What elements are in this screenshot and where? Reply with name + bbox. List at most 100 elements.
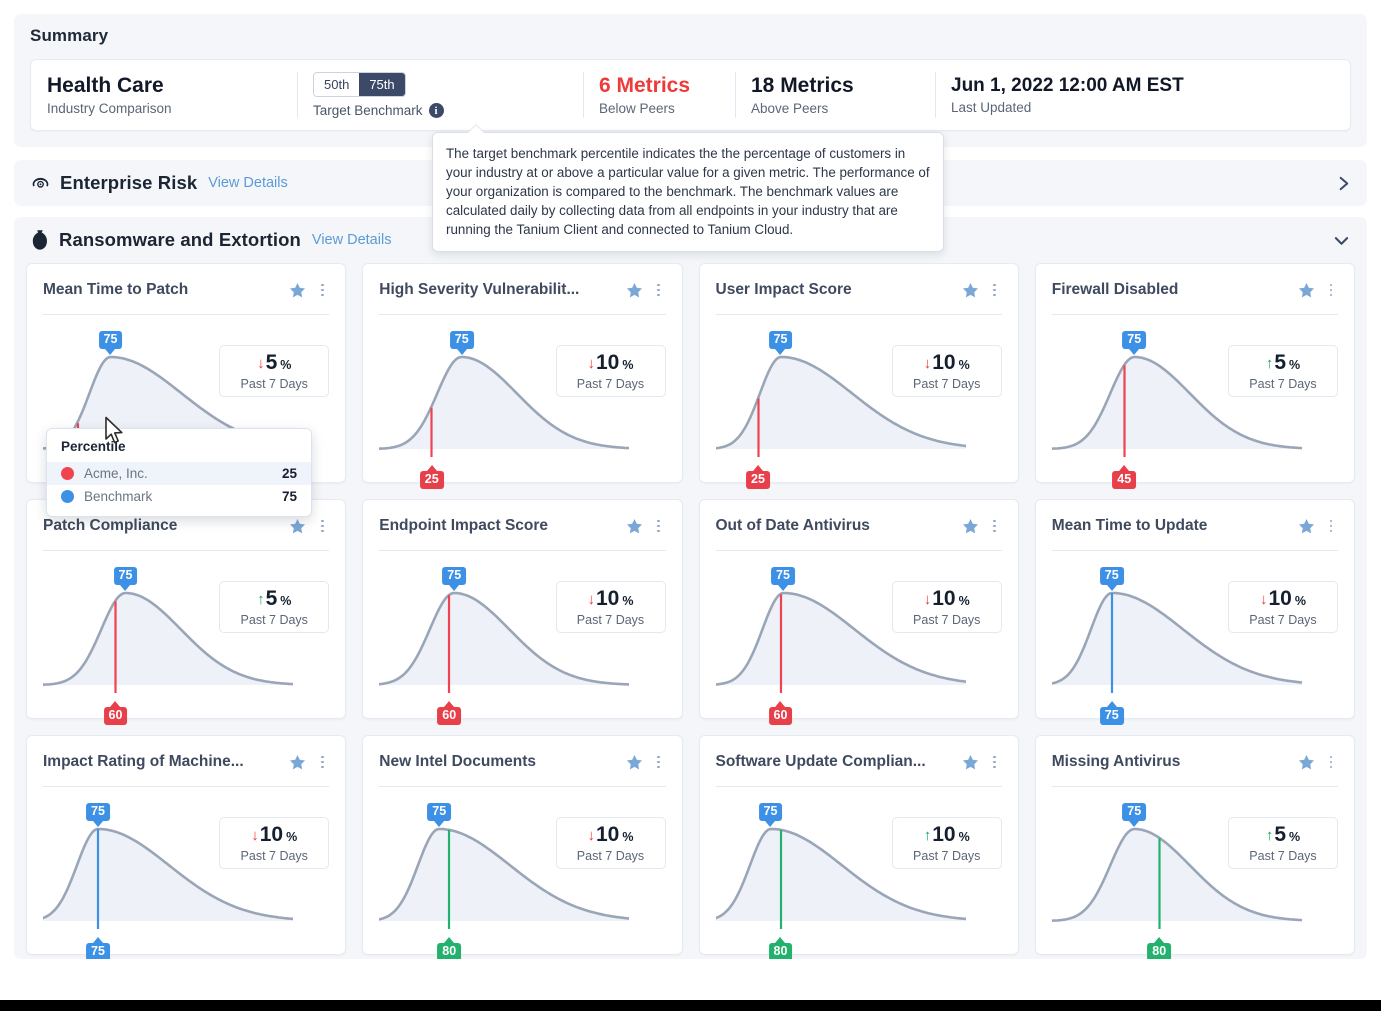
value-badge: 25 [746, 465, 770, 489]
metric-card[interactable]: Mean Time to Update 75 75 ↓ 10% Past 7 Days [1034, 499, 1355, 725]
metric-chart[interactable]: 75 80 ↑ 5% Past 7 Days [1051, 791, 1338, 959]
delta-line: ↓ 10% [1260, 588, 1306, 609]
kebab-menu-icon[interactable] [652, 755, 666, 769]
delta-line: ↑ 5% [1266, 824, 1300, 845]
metric-chart[interactable]: 75 25 ↓ 10% Past 7 Days [379, 319, 666, 489]
benchmark-dashboard: Summary Health Care Industry Comparison … [0, 0, 1381, 1011]
delta-unit: % [280, 593, 292, 608]
delta-unit: % [622, 593, 634, 608]
metric-chart[interactable]: 75 60 ↑ 5% Past 7 Days [43, 555, 330, 725]
metric-title: Impact Rating of Machine... [43, 753, 244, 770]
metric-card[interactable]: User Impact Score 75 25 ↓ 10% Past 7 Days [698, 263, 1019, 489]
metric-card[interactable]: Endpoint Impact Score 75 60 ↓ 10% Past 7 Days [362, 499, 683, 725]
metric-chart[interactable]: 75 45 ↑ 5% Past 7 Days [1051, 319, 1338, 489]
metric-title: New Intel Documents [379, 753, 536, 770]
star-icon[interactable] [1297, 517, 1316, 536]
metric-chart[interactable]: 75 75 ↓ 10% Past 7 Days [1051, 555, 1338, 725]
star-icon[interactable] [625, 517, 644, 536]
benchmark-badge-value: 75 [91, 804, 105, 819]
metric-card[interactable]: Patch Compliance 75 60 ↑ 5% Past 7 Days [26, 499, 347, 725]
metric-chart[interactable]: 75 80 ↑ 10% Past 7 Days [715, 791, 1002, 959]
star-icon[interactable] [625, 753, 644, 772]
star-icon[interactable] [1297, 753, 1316, 772]
star-icon[interactable] [288, 281, 307, 300]
value-badge: 60 [103, 701, 128, 725]
benchmark-option-50th[interactable]: 50th [314, 73, 360, 96]
kebab-menu-icon[interactable] [652, 519, 666, 533]
metric-chart[interactable]: 75 60 ↓ 10% Past 7 Days [715, 555, 1002, 725]
metric-chart[interactable]: 75 80 ↓ 10% Past 7 Days [379, 791, 666, 959]
star-icon[interactable] [1297, 281, 1316, 300]
card-divider [379, 314, 666, 315]
metric-card[interactable]: High Severity Vulnerabilit... 75 25 ↓ 10% Pas… [362, 263, 683, 489]
value-badge-value: 80 [1152, 944, 1167, 958]
metric-title: Patch Compliance [43, 517, 178, 534]
star-icon[interactable] [625, 281, 644, 300]
delta-line: ↓ 10% [588, 824, 634, 845]
metric-card[interactable]: Impact Rating of Machine... 75 75 ↓ 10% Past … [26, 735, 347, 959]
kebab-menu-icon[interactable] [1324, 519, 1338, 533]
card-divider [379, 550, 666, 551]
value-badge-value: 60 [108, 708, 123, 722]
star-icon[interactable] [961, 517, 980, 536]
kebab-menu-icon[interactable] [988, 519, 1002, 533]
value-badge: 25 [419, 465, 444, 489]
delta-period: Past 7 Days [1249, 848, 1317, 863]
metric-card-header: Endpoint Impact Score [379, 513, 665, 539]
delta-period: Past 7 Days [913, 376, 981, 391]
value-badge-value: 75 [1104, 708, 1119, 722]
kebab-menu-icon[interactable] [988, 755, 1002, 769]
delta-line: ↓ 10% [251, 824, 297, 845]
benchmark-toggle-group: 50th 75th [313, 72, 565, 97]
metric-card[interactable]: Software Update Complian... 75 80 ↑ 10% Past … [698, 735, 1019, 959]
metric-card-header: Firewall Disabled [1052, 277, 1338, 303]
metric-card[interactable]: Missing Antivirus 75 80 ↑ 5% Past 7 Days [1034, 735, 1355, 959]
metric-card[interactable]: New Intel Documents 75 80 ↓ 10% Past 7 Days [362, 735, 683, 959]
delta-line: ↓ 10% [924, 588, 970, 609]
benchmark-badge-value: 75 [1104, 568, 1119, 582]
star-icon[interactable] [961, 281, 980, 300]
above-peers-value: 18 Metrics [751, 73, 854, 97]
view-details-link[interactable]: View Details [208, 175, 288, 191]
value-badge-value: 45 [1117, 472, 1132, 486]
star-icon[interactable] [288, 517, 307, 536]
industry-sublabel: Industry Comparison [47, 101, 172, 117]
star-icon[interactable] [288, 753, 307, 772]
kebab-menu-icon[interactable] [1324, 755, 1338, 769]
benchmark-toggle[interactable]: 50th 75th [313, 72, 406, 97]
delta-box: ↓ 10% Past 7 Days [891, 345, 1002, 397]
kebab-menu-icon[interactable] [315, 283, 329, 297]
delta-value: 10 [259, 822, 284, 846]
metric-chart[interactable]: 75 75 ↓ 10% Past 7 Days [43, 791, 330, 959]
chevron-right-icon[interactable] [1336, 174, 1351, 193]
kebab-menu-icon[interactable] [988, 283, 1002, 297]
kebab-menu-icon[interactable] [315, 755, 329, 769]
delta-value: 10 [1268, 586, 1292, 610]
view-details-link[interactable]: View Details [312, 232, 392, 248]
delta-line: ↑ 5% [1266, 352, 1300, 373]
chevron-down-icon[interactable] [1332, 233, 1351, 248]
benchmark-tooltip: The target benchmark percentile indicate… [432, 123, 944, 253]
metric-chart[interactable]: 75 60 ↓ 10% Past 7 Days [379, 555, 666, 725]
delta-period: Past 7 Days [240, 612, 308, 627]
delta-box: ↑ 10% Past 7 Days [891, 817, 1002, 869]
kebab-menu-icon[interactable] [1324, 283, 1338, 297]
section-title: Enterprise Risk [60, 172, 198, 193]
metric-cards-grid: Mean Time to Patch7525↓5%Past 7 DaysHigh… [14, 263, 1367, 959]
delta-line: ↑ 5% [257, 588, 291, 609]
benchmark-option-75th[interactable]: 75th [359, 73, 405, 96]
metric-chart[interactable]: 75 25 ↓ 10% Past 7 Days [715, 319, 1002, 489]
kebab-menu-icon[interactable] [652, 283, 666, 297]
metric-title: Out of Date Antivirus [715, 517, 870, 534]
benchmark-badge: 75 [113, 567, 138, 590]
benchmark-badge-value: 75 [763, 804, 778, 819]
kebab-menu-icon[interactable] [315, 519, 329, 533]
delta-box: ↑ 5% Past 7 Days [219, 581, 330, 633]
value-badge: 75 [86, 937, 110, 959]
star-icon[interactable] [961, 753, 980, 772]
value-badge-value: 60 [773, 708, 788, 722]
info-icon[interactable]: i [428, 103, 444, 118]
benchmark-badge: 75 [427, 803, 452, 826]
metric-card[interactable]: Firewall Disabled 75 45 ↑ 5% Past 7 Days [1034, 263, 1355, 489]
metric-card[interactable]: Out of Date Antivirus 75 60 ↓ 10% Past 7 Days [698, 499, 1019, 725]
